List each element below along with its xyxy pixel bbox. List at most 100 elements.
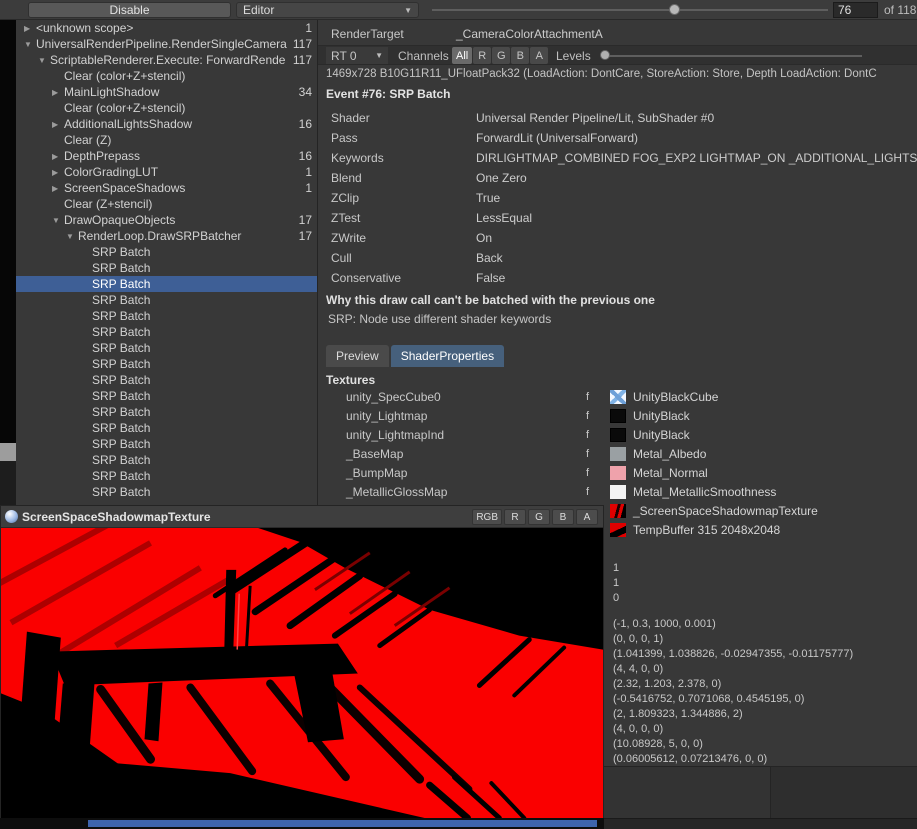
tree-row[interactable]: SRP Batch bbox=[16, 356, 317, 372]
channel-button[interactable]: A bbox=[530, 47, 548, 64]
expander-icon[interactable]: ▼ bbox=[23, 40, 36, 49]
frame-number-input[interactable] bbox=[833, 2, 878, 18]
render-target-toolbar: RT 0 ▼ Channels All R G B A Levels bbox=[318, 45, 917, 65]
expander-icon[interactable]: ▼ bbox=[65, 232, 78, 241]
tree-row-count: 16 bbox=[299, 117, 317, 131]
property-label: Cull bbox=[331, 251, 476, 265]
expander-icon[interactable]: ▶ bbox=[51, 168, 64, 177]
tree-row[interactable]: ▶ ScreenSpaceShadows 1 bbox=[16, 180, 317, 196]
channel-button[interactable]: R bbox=[473, 47, 491, 64]
tree-row-count: 17 bbox=[299, 213, 317, 227]
tree-row[interactable]: SRP Batch bbox=[16, 436, 317, 452]
levels-slider-handle[interactable] bbox=[600, 50, 610, 60]
disable-button[interactable]: Disable bbox=[28, 2, 231, 18]
channel-button[interactable]: B bbox=[511, 47, 529, 64]
preview-channel-button[interactable]: RGB bbox=[472, 509, 502, 525]
property-value: Back bbox=[476, 251, 917, 265]
tab[interactable]: ShaderProperties bbox=[391, 345, 504, 367]
tree-row[interactable]: SRP Batch bbox=[16, 244, 317, 260]
texture-thumbnail-icon[interactable] bbox=[610, 409, 626, 423]
texture-name[interactable]: Metal_Normal bbox=[633, 466, 708, 480]
bottom-bar bbox=[0, 818, 604, 829]
tree-row[interactable]: SRP Batch bbox=[16, 292, 317, 308]
texture-name[interactable]: Metal_Albedo bbox=[633, 447, 706, 461]
tree-row-count: 17 bbox=[299, 229, 317, 243]
tree-row[interactable]: SRP Batch bbox=[16, 452, 317, 468]
preview-title-bar[interactable]: ScreenSpaceShadowmapTexture RGB R G B A bbox=[1, 506, 603, 528]
preview-channel-button[interactable]: A bbox=[576, 509, 598, 525]
tree-row[interactable]: ▼ UniversalRenderPipeline.RenderSingleCa… bbox=[16, 36, 317, 52]
tree-row[interactable]: Clear (color+Z+stencil) bbox=[16, 100, 317, 116]
levels-slider[interactable] bbox=[602, 55, 862, 57]
tree-row[interactable]: Clear (Z) bbox=[16, 132, 317, 148]
tree-row[interactable]: ▶ ColorGradingLUT 1 bbox=[16, 164, 317, 180]
tree-row[interactable]: SRP Batch bbox=[16, 404, 317, 420]
texture-name[interactable]: UnityBlackCube bbox=[633, 390, 718, 404]
expander-icon[interactable]: ▼ bbox=[51, 216, 64, 225]
texture-thumbnail-icon[interactable] bbox=[610, 523, 626, 537]
tree-row[interactable]: SRP Batch bbox=[16, 484, 317, 500]
texture-thumbnail-icon[interactable] bbox=[610, 466, 626, 480]
tree-row[interactable]: ▼ DrawOpaqueObjects 17 bbox=[16, 212, 317, 228]
expander-icon[interactable]: ▶ bbox=[51, 120, 64, 129]
texture-name[interactable]: UnityBlack bbox=[633, 409, 690, 423]
preview-channel-button[interactable]: B bbox=[552, 509, 574, 525]
rt-dropdown[interactable]: RT 0 ▼ bbox=[326, 47, 388, 64]
tree-row[interactable]: Clear (Z+stencil) bbox=[16, 196, 317, 212]
tree-row-label: AdditionalLightsShadow bbox=[64, 117, 299, 131]
expander-icon[interactable]: ▶ bbox=[51, 88, 64, 97]
tree-row[interactable]: SRP Batch bbox=[16, 468, 317, 484]
tree-row[interactable]: SRP Batch bbox=[16, 324, 317, 340]
target-selector-dropdown[interactable]: Editor ▼ bbox=[236, 2, 419, 18]
tree-row[interactable]: ▼ ScriptableRenderer.Execute: ForwardRen… bbox=[16, 52, 317, 68]
tree-row-count: 117 bbox=[293, 53, 317, 67]
expander-icon[interactable]: ▶ bbox=[23, 24, 36, 33]
tree-row[interactable]: ▶ AdditionalLightsShadow 16 bbox=[16, 116, 317, 132]
tree-row[interactable]: SRP Batch bbox=[16, 372, 317, 388]
property-row: Keywords DIRLIGHTMAP_COMBINED FOG_EXP2 L… bbox=[318, 148, 917, 168]
texture-row: _BaseMap f Metal_Albedo bbox=[318, 445, 917, 464]
texture-thumbnail-icon[interactable] bbox=[610, 447, 626, 461]
event-title: Event #76: SRP Batch bbox=[326, 87, 451, 101]
tree-row[interactable]: SRP Batch bbox=[16, 260, 317, 276]
texture-name[interactable]: _ScreenSpaceShadowmapTexture bbox=[633, 504, 818, 518]
frame-slider-handle[interactable] bbox=[669, 4, 680, 15]
texture-thumbnail-icon[interactable] bbox=[610, 485, 626, 499]
background-panel-left bbox=[604, 766, 770, 818]
texture-name[interactable]: UnityBlack bbox=[633, 428, 690, 442]
tree-row[interactable]: ▶ MainLightShadow 34 bbox=[16, 84, 317, 100]
tree-row[interactable]: SRP Batch bbox=[16, 420, 317, 436]
tree-row[interactable]: SRP Batch bbox=[16, 340, 317, 356]
tree-row-label: SRP Batch bbox=[92, 245, 312, 259]
tree-row[interactable]: ▼ RenderLoop.DrawSRPBatcher 17 bbox=[16, 228, 317, 244]
rt-dropdown-label: RT 0 bbox=[331, 49, 357, 63]
tree-row-count: 1 bbox=[305, 181, 317, 195]
tree-row-label: SRP Batch bbox=[92, 293, 312, 307]
tree-row[interactable]: SRP Batch bbox=[16, 276, 317, 292]
texture-thumbnail-icon[interactable] bbox=[610, 390, 626, 404]
texture-thumbnail-icon[interactable] bbox=[610, 428, 626, 442]
property-value: On bbox=[476, 231, 917, 245]
texture-name[interactable]: Metal_MetallicSmoothness bbox=[633, 485, 776, 499]
channel-button[interactable]: All bbox=[452, 47, 472, 64]
background-panel-right bbox=[770, 766, 917, 818]
texture-thumbnail-icon[interactable] bbox=[610, 504, 626, 518]
tree-row[interactable]: SRP Batch bbox=[16, 388, 317, 404]
texture-name[interactable]: TempBuffer 315 2048x2048 bbox=[633, 523, 780, 537]
texture-row: unity_SpecCube0 f UnityBlackCube bbox=[318, 388, 917, 407]
tree-row[interactable]: ▶ <unknown scope> 1 bbox=[16, 20, 317, 36]
expander-icon[interactable]: ▼ bbox=[37, 56, 50, 65]
frame-slider[interactable] bbox=[432, 9, 828, 11]
tree-row-label: ScreenSpaceShadows bbox=[64, 181, 305, 195]
tree-row[interactable]: SRP Batch bbox=[16, 308, 317, 324]
property-label: ZTest bbox=[331, 211, 476, 225]
preview-channel-button[interactable]: G bbox=[528, 509, 550, 525]
tree-row-label: SRP Batch bbox=[92, 389, 312, 403]
expander-icon[interactable]: ▶ bbox=[51, 184, 64, 193]
tab[interactable]: Preview bbox=[326, 345, 389, 367]
tree-row[interactable]: Clear (color+Z+stencil) bbox=[16, 68, 317, 84]
channel-button[interactable]: G bbox=[492, 47, 510, 64]
expander-icon[interactable]: ▶ bbox=[51, 152, 64, 161]
preview-channel-button[interactable]: R bbox=[504, 509, 526, 525]
tree-row[interactable]: ▶ DepthPrepass 16 bbox=[16, 148, 317, 164]
